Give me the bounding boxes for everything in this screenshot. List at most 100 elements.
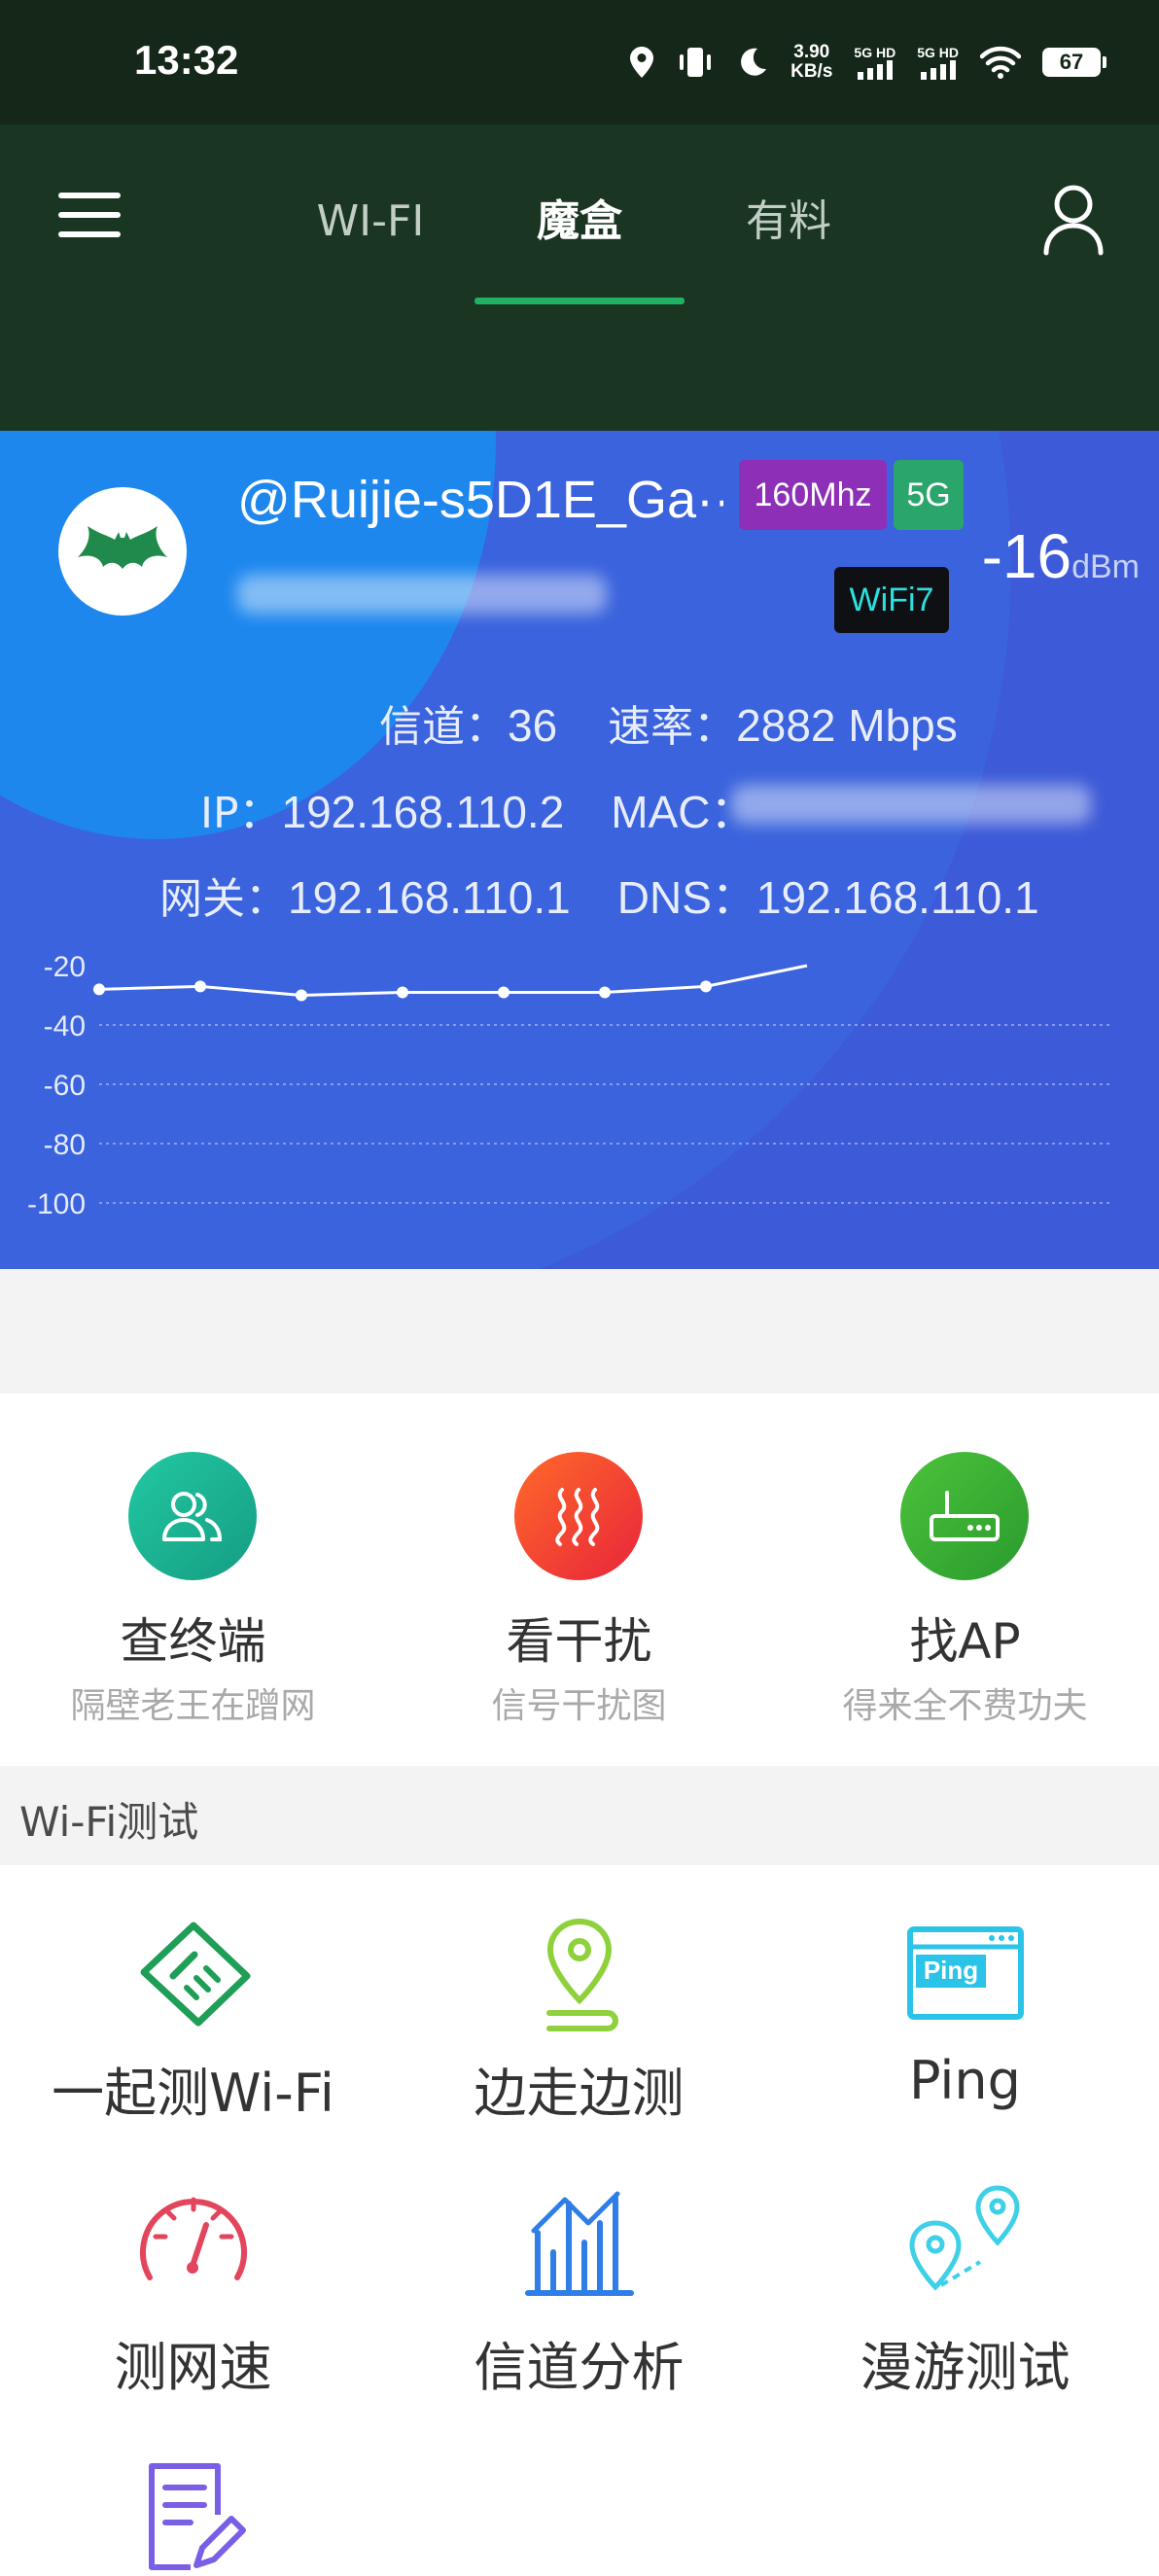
router-icon	[900, 1452, 1029, 1580]
test-walk[interactable]: 边走边测	[386, 1865, 772, 2137]
test-speed[interactable]: 测网速	[0, 2137, 386, 2410]
report-edit-icon	[149, 2463, 246, 2570]
band-badge: 5G	[894, 460, 964, 530]
y-tick-label: -60	[44, 1070, 86, 1102]
tool-find-terminals[interactable]: 查终端 隔壁老王在蹭网	[0, 1394, 386, 1766]
test-ping[interactable]: Ping Ping	[772, 1865, 1158, 2137]
tab-mohe[interactable]: 魔盒	[477, 183, 682, 261]
test-roaming[interactable]: 漫游测试	[772, 2137, 1158, 2410]
section-title: Wi-Fi测试	[19, 1798, 199, 1846]
bssid-redacted	[237, 575, 607, 614]
heat-waves-icon	[514, 1452, 643, 1580]
sim2-signal: 5G HD	[917, 45, 959, 80]
active-tab-indicator	[474, 298, 685, 304]
rate-label: 速率：	[608, 702, 737, 752]
ping-window-icon: Ping	[907, 1926, 1024, 2020]
sim2-label: 5G HD	[917, 45, 959, 60]
signal-point	[397, 986, 408, 999]
y-tick-label: -40	[44, 1010, 86, 1042]
dns-value: 192.168.110.1	[755, 872, 1039, 923]
wifi-info-card[interactable]: @Ruijie-s5D1E_Ga·· 160Mhz 5G WiFi7 -16dB…	[0, 431, 1159, 1269]
channel-value: 36	[508, 700, 558, 751]
net-speed: 3.90 KB/s	[790, 43, 832, 82]
signal-point	[93, 983, 105, 996]
signal-point	[700, 980, 712, 993]
rssi-value: -16	[981, 521, 1072, 591]
tool-title: 看干扰	[506, 1613, 652, 1670]
app-header: WI-FI 魔盒 有料	[0, 124, 1159, 431]
gateway-label: 网关：	[159, 874, 288, 924]
mac-redacted	[731, 785, 1091, 824]
tab-youliao[interactable]: 有料	[686, 183, 891, 261]
users-icon	[128, 1452, 257, 1580]
bat-logo-icon	[58, 487, 187, 616]
wifi-icon	[980, 46, 1021, 79]
signal-strength: -16dBm	[982, 520, 1140, 592]
svg-text:Ping: Ping	[924, 1956, 978, 1985]
battery-icon: 67	[1042, 48, 1106, 77]
tool-interference[interactable]: 看干扰 信号干扰图	[386, 1394, 772, 1766]
status-bar: 13:32 3.90 KB/s 5G HD 5G HD 67	[0, 0, 1159, 124]
channel-rate-line: 信道：36 速率：2882 Mbps	[379, 691, 958, 754]
handshake-icon	[140, 1922, 251, 2027]
signal-icon	[857, 60, 893, 80]
test-label: 测网速	[114, 2337, 272, 2398]
moon-icon	[741, 48, 767, 76]
wifi-standard-badge: WiFi7	[834, 567, 949, 633]
dns-label: DNS：	[616, 872, 756, 923]
status-icons: 3.90 KB/s 5G HD 5G HD 67	[629, 35, 1106, 89]
signal-icon	[920, 60, 956, 80]
status-time: 13:32	[134, 37, 239, 83]
test-label: 一起测Wi-Fi	[52, 2063, 334, 2124]
tab-wifi[interactable]: WI-FI	[268, 183, 473, 261]
tool-subtitle: 隔壁老王在蹭网	[70, 1686, 316, 1726]
sim1-label: 5G HD	[854, 45, 896, 60]
vibrate-icon	[680, 48, 712, 77]
gateway-dns-line: 网关：192.168.110.1 DNS：192.168.110.1	[159, 863, 1039, 927]
signal-point	[194, 980, 206, 993]
bar-chart-icon	[525, 2191, 634, 2296]
test-label: 边走边测	[474, 2063, 685, 2124]
y-tick-label: -100	[27, 1188, 86, 1220]
tool-subtitle: 得来全不费功夫	[842, 1686, 1088, 1726]
ip-label: IP：	[200, 789, 282, 838]
signal-point	[599, 986, 611, 999]
rssi-unit: dBm	[1071, 548, 1140, 585]
map-pin-icon	[546, 1918, 618, 2031]
tools-row: 查终端 隔壁老王在蹭网 看干扰 信号干扰图 找AP 得来全不费功夫	[0, 1394, 1159, 1766]
signal-point	[498, 986, 509, 999]
test-channel[interactable]: 信道分析	[386, 2137, 772, 2410]
signal-history-chart: -20 -40 -60 -80 -100	[27, 956, 1110, 1220]
user-icon[interactable]	[1038, 181, 1108, 259]
channel-label: 信道：	[379, 702, 508, 752]
signal-point	[296, 989, 307, 1002]
test-together[interactable]: 一起测Wi-Fi	[0, 1865, 386, 2137]
gateway-value: 192.168.110.1	[288, 872, 571, 923]
test-label: 漫游测试	[860, 2337, 1071, 2398]
y-tick-label: -80	[44, 1129, 86, 1161]
test-label: Ping	[909, 2050, 1021, 2111]
y-tick-label: -20	[44, 956, 86, 983]
tool-title: 查终端	[120, 1613, 266, 1670]
menu-button[interactable]	[58, 191, 121, 245]
spacer	[0, 1269, 1159, 1394]
location-icon	[630, 47, 654, 78]
sim1-signal: 5G HD	[854, 45, 896, 80]
section-header: Wi-Fi测试	[0, 1766, 1159, 1865]
tool-find-ap[interactable]: 找AP 得来全不费功夫	[772, 1394, 1158, 1766]
net-speed-unit: KB/s	[790, 61, 833, 82]
tool-subtitle: 信号干扰图	[491, 1686, 667, 1726]
test-report[interactable]	[0, 2410, 386, 2576]
wifi-tests-grid: 一起测Wi-Fi 边走边测 Ping Ping 测网速 信道分析 漫游测试	[0, 1865, 1159, 2576]
ip-value: 192.168.110.2	[281, 787, 565, 837]
rate-value: 2882 Mbps	[736, 700, 958, 751]
ip-mac-line: IP：192.168.110.2 MAC：	[200, 777, 755, 841]
net-speed-value: 3.90	[793, 42, 830, 62]
tool-title: 找AP	[909, 1613, 1021, 1670]
signal-line	[98, 964, 808, 998]
test-label: 信道分析	[474, 2337, 685, 2398]
bandwidth-badge: 160Mhz	[739, 460, 887, 530]
wifi-ssid: @Ruijie-s5D1E_Ga··	[237, 471, 723, 529]
roaming-pins-icon	[909, 2185, 1020, 2291]
speedometer-icon	[140, 2197, 247, 2280]
